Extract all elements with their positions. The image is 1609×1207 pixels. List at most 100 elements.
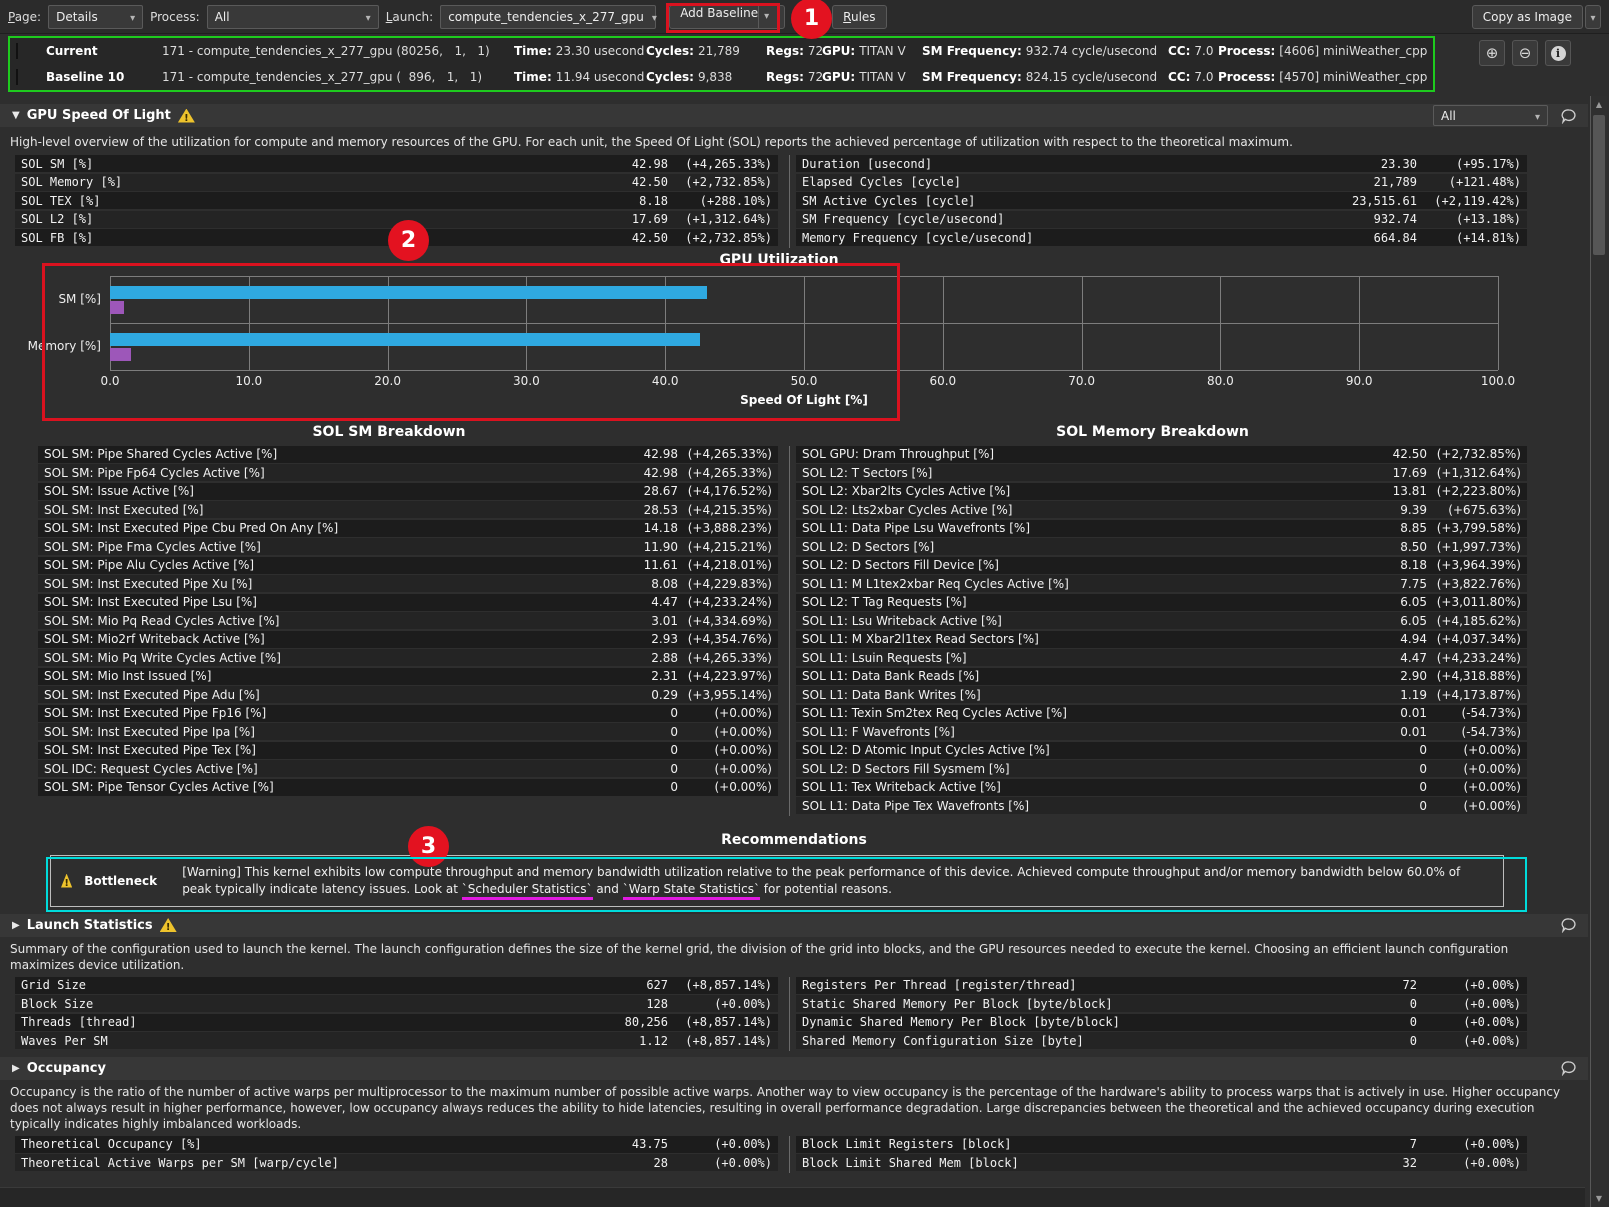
metric-row: SOL TEX [%] 8.18 (+288.10%)	[15, 192, 778, 209]
process-dropdown[interactable]: All	[207, 5, 379, 29]
cycles-value: 9,838	[698, 70, 732, 84]
collapse-arrow-icon[interactable]: ▼	[12, 110, 20, 121]
occupancy-table-left: Theoretical Occupancy [%] 43.75 (+0.00%)…	[15, 1136, 778, 1173]
metric-delta: (-54.73%)	[1427, 725, 1521, 739]
metric-value: 42.50	[994, 447, 1427, 461]
section-occupancy-header[interactable]: ▶ Occupancy	[0, 1057, 1588, 1080]
metric-delta: (+4,215.21%)	[678, 540, 772, 554]
chart-xtick-label: 60.0	[929, 374, 956, 388]
metric-row: SOL L1: Data Bank Writes [%] 1.19 (+4,17…	[796, 686, 1527, 703]
baseline-name: Baseline 10	[46, 70, 162, 84]
metric-value: 0	[1001, 780, 1427, 794]
page-label: Page:	[8, 10, 41, 24]
metric-label: SOL SM: Inst Executed Pipe Lsu [%]	[44, 595, 257, 609]
process-label: Process:	[150, 10, 200, 24]
metric-label: SOL SM [%]	[21, 157, 93, 171]
baseline-row[interactable]: Baseline 10 171 - compute_tendencies_x_2…	[10, 64, 1433, 90]
comment-icon[interactable]	[1560, 108, 1578, 124]
copy-as-image-menu-button[interactable]	[1585, 5, 1601, 29]
copy-as-image-button[interactable]: Copy as Image	[1472, 5, 1583, 29]
metric-delta: (+4,176.52%)	[678, 484, 772, 498]
scroll-down-button[interactable]	[1591, 1190, 1607, 1207]
metric-row: SOL L2: T Sectors [%] 17.69 (+1,312.64%)	[796, 464, 1527, 481]
gpu-label: GPU:	[822, 70, 855, 84]
metric-label: SOL L2: Lts2xbar Cycles Active [%]	[802, 503, 1012, 517]
expand-arrow-icon[interactable]: ▶	[12, 1063, 20, 1074]
metric-row: SOL SM: Inst Executed Pipe Adu [%] 0.29 …	[38, 686, 778, 703]
apply-rules-button[interactable]: Rules	[832, 5, 886, 29]
metric-value: 0	[1010, 762, 1427, 776]
metric-delta: (+2,119.42%)	[1417, 194, 1521, 208]
circled-minus-icon	[1519, 44, 1532, 62]
expand-arrow-icon[interactable]: ▶	[12, 920, 20, 931]
metric-value: 627	[86, 978, 668, 992]
metric-label: SOL L2: T Tag Requests [%]	[802, 595, 967, 609]
metric-row: Elapsed Cycles [cycle] 21,789 (+121.48%)	[796, 174, 1527, 191]
metric-row: SOL GPU: Dram Throughput [%] 42.50 (+2,7…	[796, 446, 1527, 463]
sm-frequency-label: SM Frequency:	[922, 70, 1022, 84]
chart-xtick-label: 70.0	[1068, 374, 1095, 388]
baseline-row[interactable]: Current 171 - compute_tendencies_x_277_g…	[10, 38, 1433, 64]
details-content: ▼ GPU Speed Of Light All High-level over…	[0, 92, 1588, 1173]
metric-label: SOL L1: F Wavefronts [%]	[802, 725, 955, 739]
vertical-scrollbar[interactable]	[1590, 96, 1607, 1207]
process-dropdown-value: All	[215, 10, 230, 24]
metric-label: SOL GPU: Dram Throughput [%]	[802, 447, 994, 461]
baseline-rows: Current 171 - compute_tendencies_x_277_g…	[10, 38, 1433, 90]
metric-delta: (+1,312.64%)	[668, 212, 772, 226]
process-value-label: Process:	[1218, 70, 1275, 84]
metric-delta: (+4,265.33%)	[668, 157, 772, 171]
scheduler-statistics-link[interactable]: `Scheduler Statistics`	[462, 882, 593, 900]
metric-label: Waves Per SM	[21, 1034, 108, 1048]
comment-icon[interactable]	[1560, 1060, 1578, 1076]
zoom-in-button[interactable]	[1479, 40, 1505, 66]
comment-icon[interactable]	[1560, 917, 1578, 933]
metric-row: Block Limit Registers [block] 7 (+0.00%)	[796, 1136, 1527, 1153]
metric-value: 32	[1019, 1156, 1417, 1170]
metric-value: 7.75	[1069, 577, 1427, 591]
warp-state-statistics-link[interactable]: `Warp State Statistics`	[623, 882, 760, 900]
scroll-up-button[interactable]	[1591, 96, 1607, 113]
zoom-out-button[interactable]	[1512, 40, 1538, 66]
metric-row: SOL L1: Lsuin Requests [%] 4.47 (+4,233.…	[796, 649, 1527, 666]
add-baseline-button[interactable]: Add Baseline	[669, 5, 785, 29]
cycles-label: Cycles:	[646, 44, 694, 58]
chevron-down-icon	[1535, 109, 1540, 123]
metric-label: Shared Memory Configuration Size [byte]	[802, 1034, 1084, 1048]
metric-value: 0	[1084, 1034, 1417, 1048]
chart-xtick-label: 90.0	[1346, 374, 1373, 388]
section-launch-statistics-header[interactable]: ▶ Launch Statistics	[0, 914, 1588, 937]
metric-delta: (+4,334.69%)	[678, 614, 772, 628]
chart-axis-line	[110, 370, 1498, 371]
time-label: Time:	[514, 70, 552, 84]
metric-row: SOL L1: Lsu Writeback Active [%] 6.05 (+…	[796, 612, 1527, 629]
metric-row: Theoretical Occupancy [%] 43.75 (+0.00%)	[15, 1136, 778, 1153]
metric-row: SOL SM: Inst Executed Pipe Lsu [%] 4.47 …	[38, 594, 778, 611]
chart-bar-baseline-10	[110, 348, 131, 361]
launch-dropdown[interactable]: compute_tendencies_x_277_gpu	[440, 5, 656, 29]
metric-value: 11.61	[254, 558, 678, 572]
sol-memory-breakdown-title: SOL Memory Breakdown	[778, 424, 1527, 440]
baseline-info-button[interactable]: i	[1545, 40, 1571, 66]
scrollbar-thumb[interactable]	[1593, 115, 1605, 255]
chevron-down-icon[interactable]	[758, 6, 774, 28]
metric-row: SOL SM: Pipe Fma Cycles Active [%] 11.90…	[38, 538, 778, 555]
metric-delta: (+4,354.76%)	[678, 632, 772, 646]
metric-row: Theoretical Active Warps per SM [warp/cy…	[15, 1154, 778, 1171]
bottleneck-recommendation: Bottleneck [Warning] This kernel exhibit…	[50, 855, 1504, 907]
metric-row: Shared Memory Configuration Size [byte] …	[796, 1032, 1527, 1049]
metric-label: SOL SM: Inst Executed [%]	[44, 503, 204, 517]
breakdown-tables: SOL SM: Pipe Shared Cycles Active [%] 42…	[0, 446, 1588, 816]
baseline-color-swatch	[16, 69, 18, 85]
partial-next-row	[0, 1187, 1585, 1207]
occupancy-table-right: Block Limit Registers [block] 7 (+0.00%)…	[789, 1136, 1527, 1173]
page-dropdown[interactable]: Details	[48, 5, 143, 29]
metric-label: SOL SM: Mio Pq Write Cycles Active [%]	[44, 651, 281, 665]
metric-value: 8.18	[999, 558, 1427, 572]
metric-label: SOL L1: M Xbar2l1tex Read Sectors [%]	[802, 632, 1039, 646]
section-gpu-speed-of-light-header[interactable]: ▼ GPU Speed Of Light All	[0, 104, 1588, 127]
metric-value: 4.47	[257, 595, 678, 609]
sol-filter-dropdown[interactable]: All	[1433, 105, 1548, 126]
metric-delta: (+3,888.23%)	[678, 521, 772, 535]
metric-value: 2.93	[265, 632, 678, 646]
